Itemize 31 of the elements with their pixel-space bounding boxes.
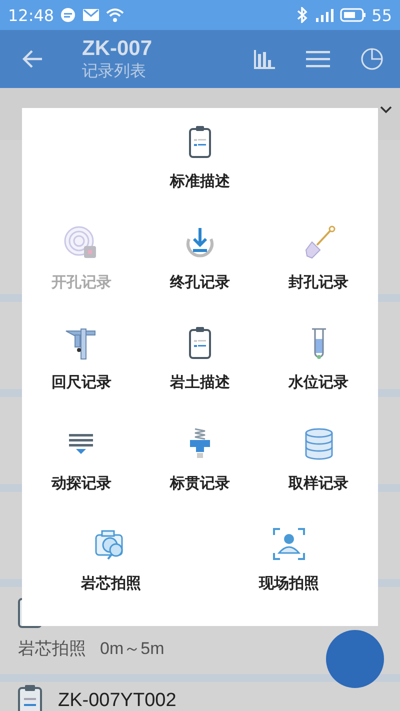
menu-item[interactable]: 现场拍照 — [253, 526, 325, 598]
clock: 12:48 — [8, 6, 54, 24]
menu-item[interactable]: 取样记录 — [282, 426, 355, 498]
clipboard-icon — [16, 684, 44, 711]
bluetooth-icon — [296, 7, 308, 23]
menu-item[interactable]: 标贯记录 — [164, 426, 236, 498]
menu-icon[interactable] — [306, 49, 330, 69]
menu-item[interactable]: 岩土描述 — [164, 325, 236, 398]
chevron-down-icon[interactable] — [380, 106, 392, 114]
battery-level: 55 — [372, 6, 392, 24]
menu-item[interactable]: 水位记录 — [282, 325, 355, 398]
wifi-icon — [106, 7, 124, 23]
page-title: ZK-007 — [82, 36, 152, 60]
menu-item[interactable]: 标准描述 — [164, 124, 236, 196]
mail-icon — [82, 8, 100, 22]
depth-range: 0m～5m — [100, 638, 164, 660]
message-icon — [60, 7, 76, 23]
battery-icon — [340, 8, 366, 22]
pie-chart-icon[interactable] — [360, 47, 384, 71]
menu-item[interactable]: 终孔记录 — [164, 225, 236, 298]
menu-item[interactable]: 动探记录 — [45, 426, 118, 498]
person-scan-icon — [271, 526, 307, 562]
record-title: 岩芯拍照 — [18, 638, 86, 660]
record-title: ZK-007YT002 — [58, 690, 176, 711]
signal-icon — [314, 8, 334, 22]
menu-item[interactable]: 回尺记录 — [45, 325, 118, 398]
page-subtitle: 记录列表 — [82, 60, 147, 82]
menu-item[interactable]: 岩芯拍照 — [75, 526, 147, 598]
bar-chart-icon[interactable] — [252, 48, 276, 70]
menu-item[interactable]: 封孔记录 — [282, 225, 355, 298]
back-icon[interactable] — [22, 49, 44, 69]
